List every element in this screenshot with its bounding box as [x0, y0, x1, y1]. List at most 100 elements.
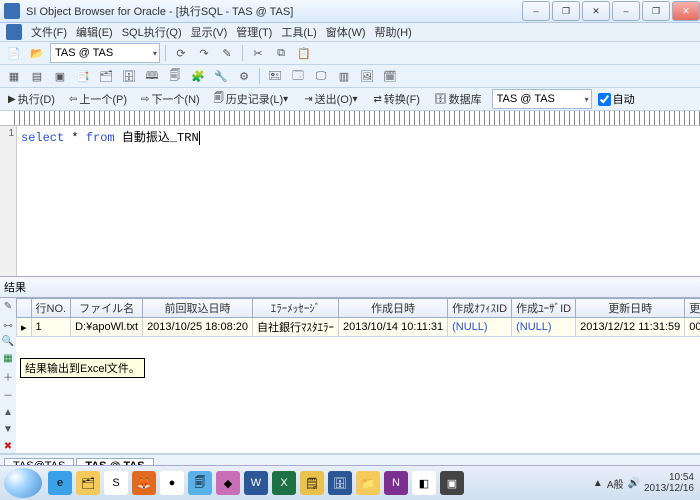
refresh-icon[interactable]: ⟳: [171, 43, 191, 63]
col-mkdate[interactable]: 作成日時: [339, 299, 448, 318]
system-tray[interactable]: ▲ A般 🔊 10:54 2013/12/16: [593, 472, 700, 494]
tray-ime[interactable]: A般: [607, 476, 624, 491]
export-button[interactable]: ⇥送出(O)▾: [300, 90, 363, 108]
add-row-icon[interactable]: ＋: [1, 370, 15, 384]
new-icon[interactable]: 📄: [4, 43, 24, 63]
truncate-icon[interactable]: ✖: [1, 440, 15, 453]
tb-icon-16[interactable]: 🖼: [357, 66, 377, 86]
col-filename[interactable]: ファイル名: [71, 299, 143, 318]
child-maximize-button[interactable]: ❐: [552, 1, 580, 21]
tray-net-icon[interactable]: 🔊: [627, 478, 639, 489]
results-tab[interactable]: 结果: [0, 276, 700, 298]
paste-icon[interactable]: 📋: [294, 43, 314, 63]
cell-mkuser[interactable]: (NULL): [512, 318, 576, 337]
taskbar-onenote-icon[interactable]: N: [384, 471, 408, 495]
history-button[interactable]: 🗐历史记录(L)▾: [210, 90, 294, 108]
child-minimize-button[interactable]: –: [522, 1, 550, 21]
del-row-icon[interactable]: －: [1, 388, 15, 402]
search-icon[interactable]: 🔍: [1, 335, 15, 348]
cell-idx[interactable]: 1: [31, 318, 71, 337]
commit-icon[interactable]: ✎: [217, 43, 237, 63]
tb-icon-2[interactable]: ▤: [27, 66, 47, 86]
minimize-button[interactable]: –: [612, 1, 640, 21]
taskbar-app2-icon[interactable]: ◆: [216, 471, 240, 495]
prev-button[interactable]: ⇦上一个(P): [65, 90, 131, 108]
taskbar-word-icon[interactable]: W: [244, 471, 268, 495]
taskbar-app3-icon[interactable]: 🗒: [300, 471, 324, 495]
convert-button[interactable]: ⇄转换(F): [370, 90, 424, 108]
taskbar-app6-icon[interactable]: ▣: [440, 471, 464, 495]
taskbar-chrome-icon[interactable]: ●: [160, 471, 184, 495]
auto-checkbox[interactable]: 自动: [598, 91, 635, 107]
tb-icon-9[interactable]: 🧩: [188, 66, 208, 86]
cell-updoffice[interactable]: 0001: [685, 318, 700, 337]
tb-icon-15[interactable]: ▥: [334, 66, 354, 86]
down-icon[interactable]: ▼: [1, 423, 15, 436]
taskbar-folder-icon[interactable]: 📁: [356, 471, 380, 495]
edit-row-icon[interactable]: ✎: [1, 300, 15, 313]
col-mkoffice[interactable]: 作成ｵﾌｨｽID: [448, 299, 512, 318]
menu-file[interactable]: 文件(F): [31, 24, 67, 40]
up-icon[interactable]: ▲: [1, 406, 15, 419]
menu-window[interactable]: 窗体(W): [326, 24, 366, 40]
child-close-button[interactable]: ✕: [582, 1, 610, 21]
tb-icon-11[interactable]: ⚙: [234, 66, 254, 86]
taskbar-app4-icon[interactable]: 🗄: [328, 471, 352, 495]
taskbar-explorer-icon[interactable]: 🗂: [76, 471, 100, 495]
taskbar-firefox-icon[interactable]: 🦊: [132, 471, 156, 495]
table-row[interactable]: ▸ 1 D:¥apoWl.txt 2013/10/25 18:08:20 自社銀…: [17, 318, 700, 337]
taskbar-app5-icon[interactable]: ◧: [412, 471, 436, 495]
tb-icon-1[interactable]: ▦: [4, 66, 24, 86]
open-icon[interactable]: 📂: [27, 43, 47, 63]
copy-icon[interactable]: ⧉: [271, 43, 291, 63]
tb-icon-10[interactable]: 🔧: [211, 66, 231, 86]
tb-icon-17[interactable]: 🗓: [380, 66, 400, 86]
col-idx[interactable]: 行NO.: [31, 299, 71, 318]
cell-lastimport[interactable]: 2013/10/25 18:08:20: [143, 318, 253, 337]
col-mkuser[interactable]: 作成ﾕｰｻﾞID: [512, 299, 576, 318]
close-button[interactable]: ✕: [672, 1, 700, 21]
col-upddate[interactable]: 更新日時: [576, 299, 685, 318]
menu-edit[interactable]: 编辑(E): [76, 24, 113, 40]
cell-mkdate[interactable]: 2013/10/14 10:11:31: [339, 318, 448, 337]
tb-icon-14[interactable]: 🖵: [311, 66, 331, 86]
tb-icon-7[interactable]: 🕮: [142, 66, 162, 86]
auto-check-input[interactable]: [598, 93, 611, 106]
tb-icon-4[interactable]: 📑: [73, 66, 93, 86]
menu-sql[interactable]: SQL执行(Q): [122, 24, 182, 40]
cell-upddate[interactable]: 2013/12/12 11:31:59: [576, 318, 685, 337]
menu-help[interactable]: 帮助(H): [375, 24, 412, 40]
rollback-icon[interactable]: ↷: [194, 43, 214, 63]
tray-flag-icon[interactable]: ▲: [593, 478, 603, 489]
cell-filename[interactable]: D:¥apoWl.txt: [71, 318, 143, 337]
col-marker[interactable]: [17, 299, 32, 318]
menu-manage[interactable]: 管理(T): [236, 24, 272, 40]
tb-icon-12[interactable]: 🖭: [265, 66, 285, 86]
cut-icon[interactable]: ✂: [248, 43, 268, 63]
code-area[interactable]: select * from 自動振込_TRN: [17, 126, 700, 276]
menu-display[interactable]: 显示(V): [191, 24, 228, 40]
next-button[interactable]: ⇨下一个(N): [137, 90, 204, 108]
connection-dropdown[interactable]: TAS @ TAS: [50, 43, 160, 63]
tb-icon-5[interactable]: 🗂: [96, 66, 116, 86]
taskbar-excel-icon[interactable]: X: [272, 471, 296, 495]
col-lastimport[interactable]: 前回取込日時: [143, 299, 253, 318]
exec-button[interactable]: ▶执行(D): [4, 90, 59, 108]
filter-icon[interactable]: 🜺: [1, 317, 15, 331]
tb-icon-8[interactable]: 🗐: [165, 66, 185, 86]
cell-errmsg[interactable]: 自社銀行ﾏｽﾀｴﾗｰ: [253, 318, 339, 337]
tray-clock[interactable]: 10:54 2013/12/16: [644, 472, 694, 494]
col-errmsg[interactable]: ｴﾗｰﾒｯｾｰｼﾞ: [253, 299, 339, 318]
results-grid[interactable]: 行NO. ファイル名 前回取込日時 ｴﾗｰﾒｯｾｰｼﾞ 作成日時 作成ｵﾌｨｽI…: [16, 298, 700, 453]
tb-icon-13[interactable]: 🗔: [288, 66, 308, 86]
sys-menu-icon[interactable]: [6, 24, 22, 40]
taskbar-app1-icon[interactable]: 🗐: [188, 471, 212, 495]
taskbar-sogou-icon[interactable]: S: [104, 471, 128, 495]
tb-icon-6[interactable]: 🗄: [119, 66, 139, 86]
cell-mkoffice[interactable]: (NULL): [448, 318, 512, 337]
datasource-dropdown[interactable]: TAS @ TAS: [492, 89, 592, 109]
cell-marker[interactable]: ▸: [17, 318, 32, 337]
excel-export-icon[interactable]: ▦: [1, 352, 15, 365]
start-button[interactable]: [4, 468, 42, 498]
taskbar-ie-icon[interactable]: e: [48, 471, 72, 495]
